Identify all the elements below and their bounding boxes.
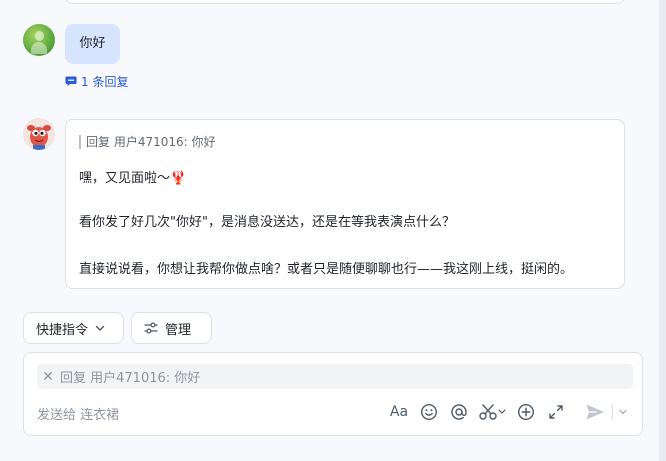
chat-panel: 你好 1 条回复 回复 用户471016: 你好 嘿，又见面啦～🦞 看你发了好几…	[0, 0, 659, 461]
send-options-button[interactable]	[616, 402, 630, 422]
user-avatar[interactable]	[23, 24, 55, 56]
user-message-bubble: 你好	[65, 24, 120, 64]
manage-label: 管理	[165, 322, 192, 338]
mention-button[interactable]	[449, 402, 469, 422]
previous-message-card	[65, 0, 625, 4]
avatar-head-shape	[35, 31, 44, 41]
bot-message-line: 直接说说看，你想让我帮你做点啥？或者只是随便聊聊也行——我这刚上线，挺闲的。	[79, 262, 574, 277]
emoji-button[interactable]	[419, 402, 439, 422]
chevron-down-icon	[619, 409, 627, 415]
lobster-avatar-icon	[23, 118, 55, 150]
plus-circle-icon	[517, 403, 535, 421]
quick-commands-label: 快捷指令	[36, 322, 89, 338]
chat-bubble-icon	[65, 76, 77, 86]
screenshot-button[interactable]	[478, 402, 508, 422]
smile-icon	[420, 403, 438, 421]
send-divider	[612, 405, 613, 419]
bot-message-card: 回复 用户471016: 你好 嘿，又见面啦～🦞 看你发了好几次"你好"，是消息…	[65, 119, 625, 289]
manage-button[interactable]: 管理	[131, 312, 212, 344]
at-icon	[451, 404, 467, 420]
send-to-placeholder[interactable]: 发送给 连衣裙	[37, 404, 119, 423]
expand-icon	[549, 405, 563, 419]
quick-commands-button[interactable]: 快捷指令	[23, 312, 124, 344]
reply-count-label: 1 条回复	[81, 74, 129, 89]
message-composer[interactable]: ✕ 回复 用户471016: 你好 发送给 连衣裙 Aa	[23, 352, 643, 436]
bot-message-line: 嘿，又见面啦～🦞	[79, 171, 187, 186]
reply-target-label: 回复 用户471016: 你好	[60, 371, 201, 386]
expand-composer-button[interactable]	[546, 402, 566, 422]
scissors-icon	[479, 404, 506, 420]
text-format-button[interactable]: Aa	[388, 402, 410, 422]
reply-quote: 回复 用户471016: 你好	[79, 135, 215, 149]
avatar-body-shape	[31, 42, 47, 54]
bot-avatar[interactable]	[23, 118, 55, 150]
reply-target-chip: ✕ 回复 用户471016: 你好	[37, 364, 633, 389]
font-format-icon: Aa	[389, 404, 409, 420]
add-attachment-button[interactable]	[516, 402, 536, 422]
thread-reply-count-link[interactable]: 1 条回复	[65, 73, 128, 89]
bot-message-line: 看你发了好几次"你好"，是消息没送达，还是在等我表演点什么？	[79, 215, 455, 230]
send-button[interactable]	[584, 402, 606, 422]
sliders-icon	[144, 322, 158, 334]
close-icon[interactable]: ✕	[42, 369, 54, 385]
send-icon	[586, 404, 604, 420]
chevron-down-icon	[95, 325, 105, 331]
